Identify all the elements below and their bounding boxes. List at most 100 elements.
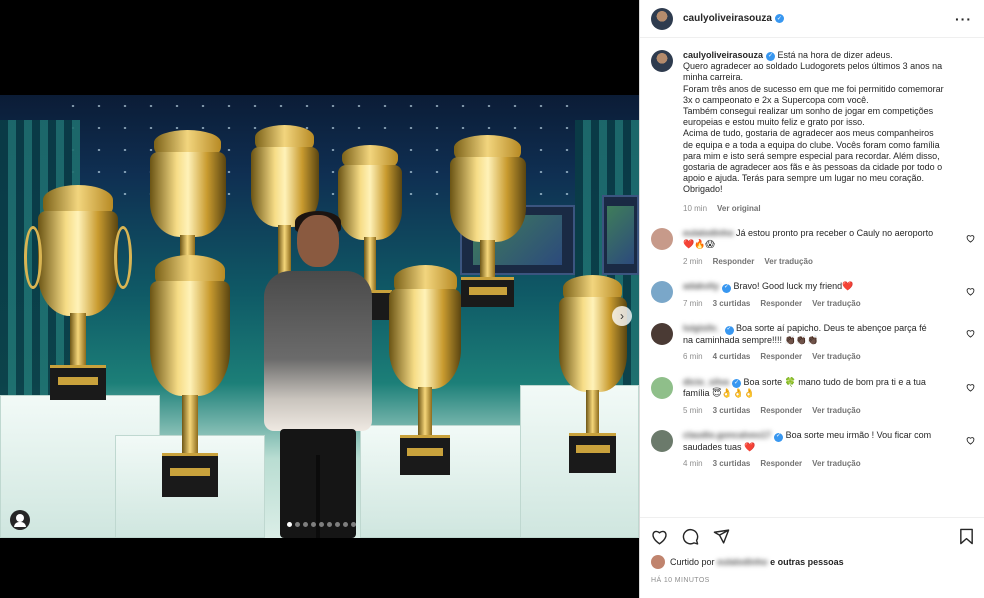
comment-heart-icon[interactable] xyxy=(966,287,975,298)
verified-badge-icon: ✓ xyxy=(774,432,784,442)
comment-text: na caminhada sempre!!!! 👏🏿👏🏿👏🏿 xyxy=(683,334,819,345)
avatar[interactable] xyxy=(651,430,673,453)
post-photo[interactable] xyxy=(0,95,639,538)
comment-heart-icon[interactable] xyxy=(966,329,975,340)
carousel-dot xyxy=(311,522,316,527)
see-translation-link[interactable]: Ver tradução xyxy=(812,298,860,310)
trophy xyxy=(380,265,470,480)
caption-line: apoio e ajuda. Terás para sempre um luga… xyxy=(683,173,924,184)
avatar[interactable] xyxy=(651,7,673,30)
caption-username[interactable]: caulyoliveirasouza xyxy=(683,50,763,60)
comment: claudio.goncalves17 ✓ Boa sorte meu irmão… xyxy=(640,430,984,470)
comment-text: Já estou pronto pra receber o Cauly no a… xyxy=(736,227,934,238)
comment-username[interactable]: dicio_silva xyxy=(683,377,729,387)
verified-badge-icon: ✓ xyxy=(722,283,732,293)
heart-icon[interactable] xyxy=(650,528,668,546)
comment-text: Boa sorte 🍀 mano tudo de bom pra ti e a … xyxy=(743,376,926,387)
trophy xyxy=(24,185,132,410)
trophy xyxy=(140,255,240,500)
post-sidebar: caulyoliveirasouza ✓ ··· caulyoliveirasou… xyxy=(639,0,984,598)
chevron-right-icon[interactable]: › xyxy=(612,306,632,326)
comment-heart-icon[interactable] xyxy=(966,383,975,394)
comment-likes-link[interactable]: 3 curtidas xyxy=(713,298,751,310)
caption-time: 10 min xyxy=(683,203,708,213)
comment-text: Boa sorte meu irmão ! Vou ficar com xyxy=(785,430,932,441)
post-header: caulyoliveirasouza ✓ ··· xyxy=(640,0,984,38)
carousel-dot xyxy=(295,522,300,527)
comment-text: Bravo! Good luck my friend❤️ xyxy=(733,281,854,292)
see-translation-link[interactable]: Ver tradução xyxy=(812,458,860,470)
carousel-dot xyxy=(303,522,308,527)
action-bar xyxy=(640,517,984,555)
post-timestamp: HÁ 10 MINUTOS xyxy=(651,577,710,584)
comment-text: saudades tuas ❤️ xyxy=(683,441,756,452)
caption-line: de equipa e a toda a equipa do clube. Vo… xyxy=(683,139,940,150)
share-icon[interactable] xyxy=(712,528,730,546)
avatar[interactable] xyxy=(651,50,673,72)
comment: luigisilv_ ✓ Boa sorte aí papicho. Deus t… xyxy=(640,323,984,363)
display-screen-2 xyxy=(602,195,639,275)
see-translation-link[interactable]: Ver tradução xyxy=(764,256,812,268)
avatar[interactable] xyxy=(651,376,673,399)
comment-time: 6 min xyxy=(683,352,703,362)
post-caption: caulyoliveirasouza ✓ Está na hora de dize… xyxy=(640,39,984,214)
carousel-dot xyxy=(351,522,356,527)
player-figure xyxy=(262,211,374,538)
caption-line: Também consegui realizar um sonho de jog… xyxy=(683,106,934,117)
reply-button[interactable]: Responder xyxy=(760,405,802,417)
bookmark-icon[interactable] xyxy=(957,528,975,546)
avatar[interactable] xyxy=(651,281,673,304)
author-username[interactable]: caulyoliveirasouza ✓ xyxy=(683,13,784,24)
caption-line: Quero agradecer ao soldado Ludogorets pe… xyxy=(683,61,943,72)
carousel-indicator xyxy=(287,522,356,527)
avatar[interactable] xyxy=(651,323,673,346)
comment-username[interactable]: claudio.goncalves17 xyxy=(683,430,771,440)
comment-heart-icon[interactable] xyxy=(966,436,975,447)
comment-time: 5 min xyxy=(683,405,703,415)
comment-username[interactable]: adakvity xyxy=(683,281,719,291)
comment-likes-link[interactable]: 3 curtidas xyxy=(713,458,751,470)
likes-summary: Curtido por eulalodinho e outras pessoas xyxy=(651,555,844,569)
comment-time: 2 min xyxy=(683,256,703,266)
carousel-dot xyxy=(335,522,340,527)
comments-scroll[interactable]: caulyoliveirasouza ✓ Está na hora de dize… xyxy=(640,39,984,517)
comment-list: eulalodinho Já estou pronto pra receber … xyxy=(640,227,984,470)
reply-button[interactable]: Responder xyxy=(760,351,802,363)
comment-likes-link[interactable]: 4 curtidas xyxy=(713,351,751,363)
caption-line: Está na hora de dizer adeus. xyxy=(775,50,893,60)
caption-line: gostaria de agradecer aos fãs e às pesso… xyxy=(683,162,943,173)
comment-heart-icon[interactable] xyxy=(966,234,975,245)
caption-line: europeias e estou muito feliz e grato po… xyxy=(683,117,865,128)
comment-username[interactable]: eulalodinho xyxy=(683,228,734,238)
verified-badge-icon: ✓ xyxy=(732,379,742,389)
comment-icon[interactable] xyxy=(681,528,699,546)
verified-badge-icon: ✓ xyxy=(766,52,776,62)
carousel-dot xyxy=(327,522,332,527)
reply-button[interactable]: Responder xyxy=(760,458,802,470)
reply-button[interactable]: Responder xyxy=(760,298,802,310)
comment-username[interactable]: luigisilv_ xyxy=(683,323,722,333)
others-link[interactable]: e outras pessoas xyxy=(770,557,844,567)
comment-text: ❤️🔥😱 xyxy=(683,239,715,250)
caption-text: caulyoliveirasouza ✓ Está na hora de dize… xyxy=(683,50,944,196)
reply-button[interactable]: Responder xyxy=(713,256,755,268)
avatar[interactable] xyxy=(651,227,673,250)
carousel-dot xyxy=(287,522,292,527)
tag-user-icon[interactable] xyxy=(10,510,30,530)
comment: eulalodinho Já estou pronto pra receber … xyxy=(640,227,984,268)
comment: dicio_silva ✓ Boa sorte 🍀 mano tudo de bo… xyxy=(640,376,984,417)
comment-text: família 😇👌👌👌 xyxy=(683,388,756,399)
see-translation-link[interactable]: Ver tradução xyxy=(812,351,860,363)
avatar[interactable] xyxy=(651,555,665,569)
verified-badge-icon: ✓ xyxy=(724,325,734,335)
comment-likes-link[interactable]: 3 curtidas xyxy=(713,405,751,417)
more-horizontal-icon[interactable]: ··· xyxy=(955,11,972,27)
carousel-dot xyxy=(343,522,348,527)
see-translation-link[interactable]: Ver tradução xyxy=(812,405,860,417)
caption-line: Foram três anos de sucesso em que me foi… xyxy=(683,83,944,94)
liker-username[interactable]: eulalodinho xyxy=(717,557,768,567)
comment-text: Boa sorte aí papicho. Deus te abençoe pa… xyxy=(736,323,927,334)
see-original-link[interactable]: Ver original xyxy=(717,203,761,214)
comment: adakvity ✓ Bravo! Good luck my friend❤️ 7 … xyxy=(640,281,984,309)
caption-line: caulyoliveirasouza ✓ Está na hora de dize… xyxy=(683,50,944,62)
